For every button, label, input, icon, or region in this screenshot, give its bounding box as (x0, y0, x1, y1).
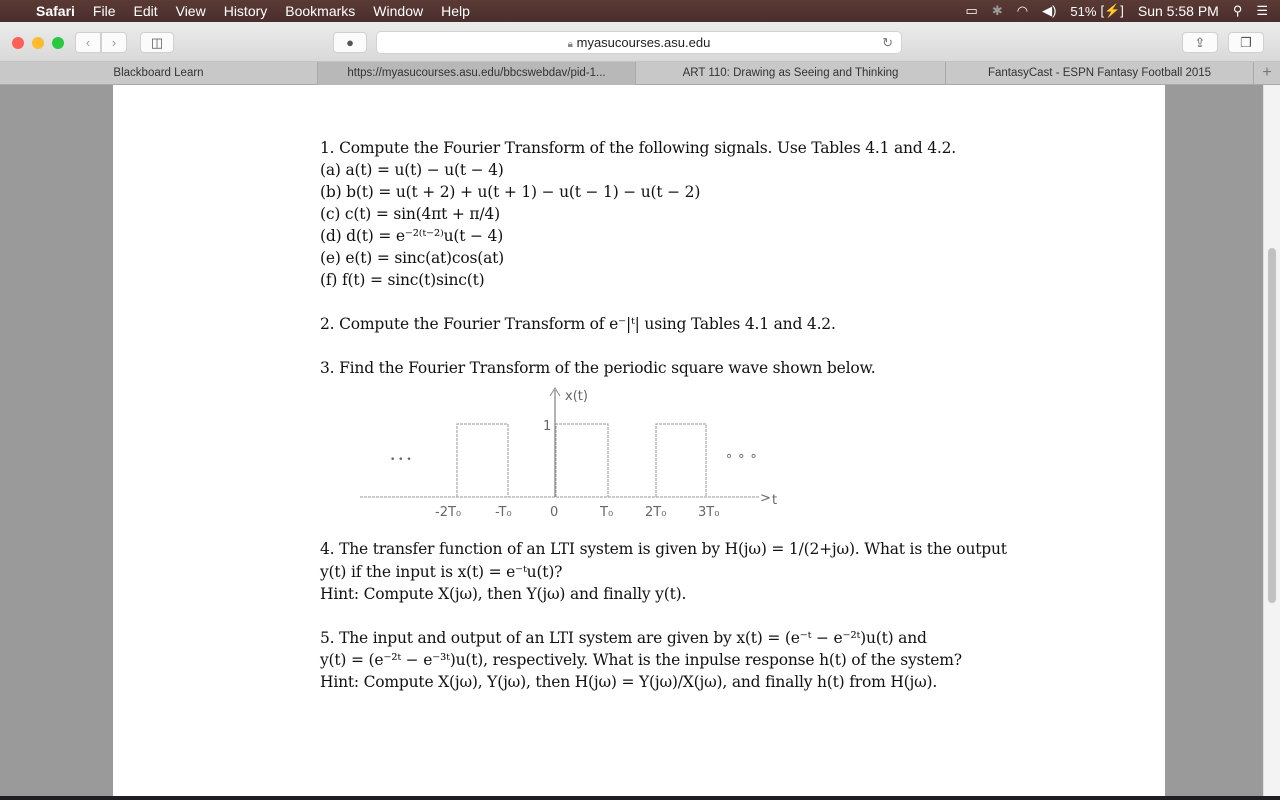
scrollbar-thumb[interactable] (1268, 248, 1276, 603)
tick-label: -2T₀ (435, 505, 461, 520)
tab-fantasycast[interactable]: FantasyCast - ESPN Fantasy Football 2015 (946, 62, 1254, 85)
menu-edit[interactable]: Edit (133, 3, 157, 19)
question-5-line-2: y(t) = (e⁻²ᵗ − e⁻³ᵗ)u(t), respectively. … (320, 651, 962, 669)
menu-window[interactable]: Window (373, 3, 423, 19)
question-1: 1. Compute the Fourier Transform of the … (320, 139, 957, 157)
share-icon[interactable]: ⇪ (1182, 32, 1218, 53)
tab-art110[interactable]: ART 110: Drawing as Seeing and Thinking (636, 62, 946, 85)
battery-icon[interactable]: [⚡] (1100, 3, 1123, 19)
question-4-line-1: 4. The transfer function of an LTI syste… (320, 540, 1007, 558)
question-4-line-2: y(t) if the input is x(t) = e⁻ᵗu(t)? (320, 563, 563, 581)
address-bar[interactable]: 🔒︎ myasucourses.asu.edu ↻ (376, 31, 902, 54)
menu-history[interactable]: History (224, 3, 268, 19)
menu-bookmarks[interactable]: Bookmarks (285, 3, 355, 19)
menu-file[interactable]: File (93, 3, 116, 19)
browser-toolbar: ‹ › ◫ ● 🔒︎ myasucourses.asu.edu ↻ ⇪ ❐ (0, 22, 1280, 62)
q1-part-b: (b) b(t) = u(t + 2) + u(t + 1) − u(t − 1… (320, 183, 701, 201)
tick-label: 0 (550, 505, 558, 520)
ellipsis-left: • • • (390, 455, 412, 465)
amplitude-label: 1 (543, 419, 551, 434)
question-5-hint: Hint: Compute X(jω), Y(jω), then H(jω) =… (320, 673, 938, 691)
reload-icon[interactable]: ↻ (882, 32, 893, 53)
url-text: myasucourses.asu.edu (576, 35, 711, 50)
tab-pdf[interactable]: https://myasucourses.asu.edu/bbcswebdav/… (318, 62, 636, 85)
notification-center-icon[interactable]: ☰ (1256, 3, 1268, 19)
tab-blackboard[interactable]: Blackboard Learn (0, 62, 318, 85)
question-4-hint: Hint: Compute X(jω), then Y(jω) and fina… (320, 585, 687, 603)
forward-button[interactable]: › (101, 32, 127, 53)
x-axis-label-t: t (772, 493, 777, 508)
adblock-hand-icon[interactable]: ● (333, 32, 367, 53)
pulse-2T0 (655, 423, 707, 497)
q1-part-d: (d) d(t) = e⁻²⁽ᵗ⁻²⁾u(t − 4) (320, 227, 504, 245)
q1-part-c: (c) c(t) = sin(4πt + π/4) (320, 205, 500, 223)
clock[interactable]: Sun 5:58 PM (1138, 3, 1219, 19)
wifi-icon[interactable]: ◠ (1017, 3, 1028, 19)
new-tab-button[interactable]: + (1254, 62, 1280, 85)
tick-label: 3T₀ (698, 505, 719, 520)
y-axis-label: x(t) (565, 389, 588, 404)
tick-label: T₀ (599, 505, 613, 520)
tick-label: 2T₀ (645, 505, 666, 520)
tabs-overview-icon[interactable]: ❐ (1228, 32, 1264, 53)
volume-icon[interactable]: ◀) (1042, 3, 1056, 19)
q1-part-f: (f) f(t) = sinc(t)sinc(t) (320, 271, 485, 289)
pulse-minus-2T0 (456, 423, 509, 497)
back-button[interactable]: ‹ (75, 32, 101, 53)
minimize-window-button[interactable] (32, 37, 44, 49)
battery-percent[interactable]: 51% (1070, 4, 1096, 19)
zoom-window-button[interactable] (52, 37, 64, 49)
menu-safari[interactable]: Safari (36, 3, 75, 19)
tab-bar: Blackboard Learn https://myasucourses.as… (0, 62, 1280, 85)
question-3: 3. Find the Fourier Transform of the per… (320, 359, 876, 377)
airplay-icon[interactable]: ▭ (966, 3, 978, 19)
menu-view[interactable]: View (176, 3, 206, 19)
vertical-scrollbar[interactable] (1263, 85, 1280, 796)
menu-bar: Safari File Edit View History Bookmarks … (0, 0, 1280, 22)
close-window-button[interactable] (12, 37, 24, 49)
tick-label: -T₀ (495, 505, 512, 520)
question-2: 2. Compute the Fourier Transform of e⁻|ᵗ… (320, 315, 836, 333)
square-wave-figure: x(t) 1 • • • ∘ ∘ ∘ > t -2T₀ -T₀ 0 T₀ 2T₀… (360, 387, 777, 520)
pulse-0 (555, 423, 609, 497)
bluetooth-icon[interactable]: ✱ (992, 3, 1003, 19)
q1-part-a: (a) a(t) = u(t) − u(t − 4) (320, 161, 504, 179)
q1-part-e: (e) e(t) = sinc(at)cos(at) (320, 249, 505, 267)
spotlight-search-icon[interactable]: ⚲ (1233, 3, 1243, 19)
ellipsis-right: ∘ ∘ ∘ (725, 449, 758, 464)
web-content: 1. Compute the Fourier Transform of the … (0, 85, 1280, 796)
sidebar-toggle-icon[interactable]: ◫ (140, 32, 174, 53)
question-5-line-1: 5. The input and output of an LTI system… (320, 629, 927, 647)
menu-help[interactable]: Help (441, 3, 470, 19)
lock-icon: 🔒︎ (567, 39, 573, 50)
x-axis-label: > (760, 491, 771, 506)
